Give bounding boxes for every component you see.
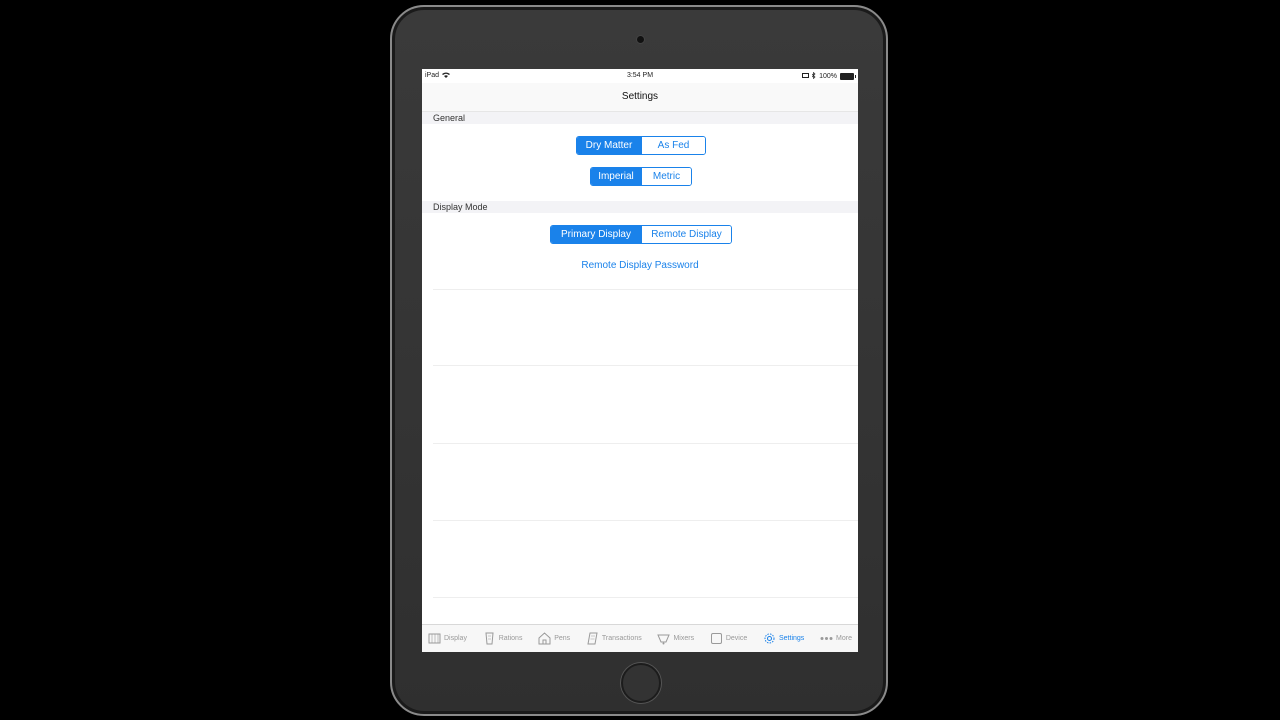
app-screen: iPad 3:54 PM 100% Settings General Dry M… <box>422 69 858 652</box>
ipad-frame: iPad 3:54 PM 100% Settings General Dry M… <box>390 5 888 716</box>
separator <box>433 365 858 366</box>
section-header-display-mode: Display Mode <box>422 201 858 213</box>
tab-label: Device <box>725 635 748 642</box>
battery-icon <box>840 73 856 80</box>
separator <box>433 520 858 521</box>
tab-pens[interactable]: Pens <box>538 632 570 645</box>
rations-icon <box>485 632 494 645</box>
tab-label: Transactions <box>601 635 642 642</box>
page-title: Settings <box>621 91 659 102</box>
dry-matter-segment[interactable]: Dry Matter <box>577 137 641 154</box>
battery-percent: 100% <box>819 73 837 80</box>
separator <box>433 597 858 598</box>
transactions-icon <box>587 632 598 645</box>
tab-rations[interactable]: Rations <box>483 632 523 645</box>
tab-display[interactable]: Display <box>428 632 467 645</box>
primary-display-segment[interactable]: Primary Display <box>551 226 641 243</box>
tab-label: Mixers <box>673 635 695 642</box>
basis-segmented-control: Dry Matter As Fed <box>576 136 706 155</box>
remote-display-password-button[interactable]: Remote Display Password <box>422 260 858 271</box>
home-button[interactable] <box>621 663 661 703</box>
remote-display-segment[interactable]: Remote Display <box>641 226 731 243</box>
tab-mixers[interactable]: Mixers <box>657 632 694 645</box>
tab-label: More <box>836 635 852 642</box>
display-icon <box>428 633 441 644</box>
imperial-segment[interactable]: Imperial <box>591 168 641 185</box>
gear-icon <box>764 633 775 644</box>
tab-settings[interactable]: Settings <box>763 632 804 645</box>
tab-transactions[interactable]: Transactions <box>586 632 642 645</box>
tab-label: Display <box>444 635 467 642</box>
as-fed-segment[interactable]: As Fed <box>641 137 705 154</box>
section-header-general: General <box>422 112 858 124</box>
units-segmented-control: Imperial Metric <box>590 167 692 186</box>
metric-segment[interactable]: Metric <box>641 168 691 185</box>
separator <box>433 289 858 290</box>
tab-label: Rations <box>498 635 523 642</box>
status-time: 3:54 PM <box>626 72 654 79</box>
mixers-icon <box>657 634 671 645</box>
tab-device[interactable]: Device <box>710 632 747 645</box>
more-icon <box>820 637 833 640</box>
device-icon <box>710 633 722 644</box>
tab-label: Settings <box>779 635 805 642</box>
separator <box>433 443 858 444</box>
tab-label: Pens <box>554 635 571 642</box>
tab-more[interactable]: More <box>820 632 852 645</box>
camera-icon <box>636 35 645 44</box>
nav-bar: Settings <box>422 83 858 112</box>
tab-bar: Display Rations Pens Transactions Mixers… <box>422 624 858 652</box>
bluetooth-icon <box>811 71 816 81</box>
pens-icon <box>538 632 551 645</box>
screen-mirror-icon <box>802 72 810 81</box>
status-bar: iPad 3:54 PM 100% <box>422 69 858 83</box>
display-mode-segmented-control: Primary Display Remote Display <box>550 225 732 244</box>
